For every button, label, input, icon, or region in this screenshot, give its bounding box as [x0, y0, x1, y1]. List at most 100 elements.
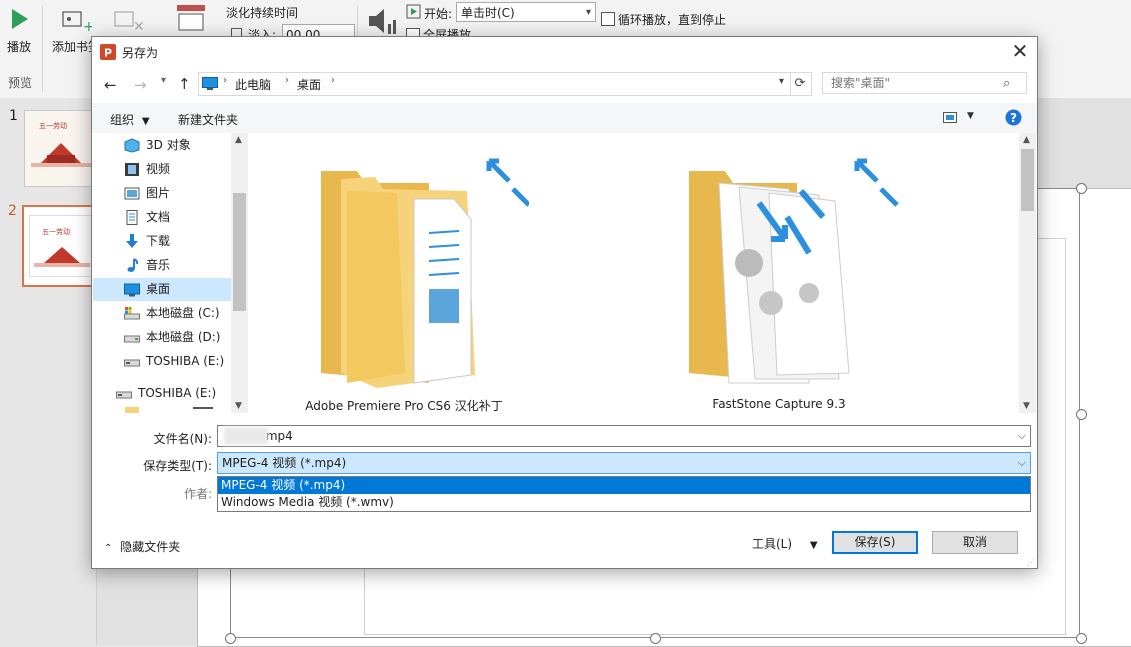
filetype-option-wmv[interactable]: Windows Media 视频 (*.wmv) — [218, 494, 1030, 511]
nav-item-videos[interactable]: 视频 — [93, 158, 232, 181]
redacted-filename — [224, 427, 268, 445]
nav-item-3d-objects[interactable]: 3D 对象 — [93, 134, 232, 157]
chevron-down-icon[interactable]: ⌵ — [1018, 426, 1026, 446]
up-arrow-icon[interactable]: ↑ — [178, 75, 191, 93]
dialog-toolbar: 组织 ▼ 新建文件夹 ▼ ? — [92, 103, 1037, 133]
play-icon[interactable] — [10, 7, 30, 31]
fade-in-label: 淡入: — [248, 28, 277, 36]
volume-icon[interactable] — [366, 6, 398, 36]
tools-label: 工具(L) — [752, 537, 793, 551]
scroll-up-icon[interactable]: ▲ — [1023, 135, 1030, 145]
ribbon-separator — [42, 6, 43, 92]
nav-item-label: 下载 — [146, 234, 171, 248]
search-icon[interactable]: ⌕ — [1003, 76, 1010, 91]
nav-item-music[interactable]: 音乐 — [93, 254, 232, 277]
scroll-down-icon[interactable]: ▼ — [235, 401, 242, 411]
resize-handle[interactable] — [650, 633, 661, 644]
folder-shortcut-icon — [689, 158, 899, 384]
drive-icon — [124, 335, 140, 343]
slide-thumb-title: 五一劳动 — [39, 122, 67, 130]
nav-item-label: TOSHIBA (E:) — [146, 354, 225, 368]
temple-illustration — [31, 143, 91, 167]
nav-pane-scrollbar[interactable]: ▲ ▼ — [231, 133, 248, 413]
dialog-titlebar[interactable]: P 另存为 ✕ — [92, 37, 1037, 67]
nav-item-drive-c[interactable]: 本地磁盘 (C:) — [93, 302, 232, 325]
new-folder-button[interactable]: 新建文件夹 — [178, 111, 238, 128]
hide-folders-label: 隐藏文件夹 — [120, 540, 181, 554]
organize-button[interactable]: 组织 ▼ — [110, 111, 150, 128]
refresh-icon[interactable]: ⟳ — [789, 72, 812, 96]
back-arrow-icon[interactable]: ← — [104, 76, 117, 94]
powerpoint-icon: P — [100, 44, 116, 60]
add-bookmark-button[interactable]: 添加书签 — [52, 38, 92, 55]
nav-item-label: 桌面 — [146, 282, 171, 296]
slide-number: 2 — [8, 203, 17, 219]
slide-thumbnail-2[interactable]: 五一劳动 — [22, 205, 98, 287]
breadcrumb-chevron-icon: › — [285, 75, 289, 86]
cancel-button[interactable]: 取消 — [932, 531, 1018, 554]
music-icon — [127, 258, 139, 272]
fade-icon — [177, 5, 205, 31]
save-as-dialog: P 另存为 ✕ ← → ▾ ↑ › 此电脑 › 桌面 › ▾ ⟳ ⌕ 组织 ▼ — [91, 36, 1038, 569]
recent-locations-chevron-icon[interactable]: ▾ — [161, 75, 166, 86]
filename-label: 文件名(N): — [153, 432, 212, 446]
downloads-icon — [126, 234, 138, 248]
pictures-icon — [124, 187, 140, 200]
search-input[interactable] — [822, 72, 1027, 94]
usb-drive-icon — [124, 359, 140, 367]
address-bar[interactable]: › 此电脑 › 桌面 › ▾ — [198, 72, 791, 96]
help-icon[interactable]: ? — [1005, 109, 1022, 126]
hide-folders-toggle[interactable]: ⌃ 隐藏文件夹 — [104, 538, 180, 555]
filetype-select[interactable]: MPEG-4 视频 (*.mp4) ⌵ — [217, 452, 1031, 474]
save-button[interactable]: 保存(S) — [832, 531, 918, 554]
chevron-down-icon: ▼ — [809, 540, 818, 551]
resize-handle[interactable] — [1076, 183, 1087, 194]
address-dropdown-chevron-icon[interactable]: ▾ — [779, 76, 784, 87]
resize-handle[interactable] — [225, 633, 236, 644]
resize-handle[interactable] — [1076, 409, 1087, 420]
resize-handle[interactable] — [1076, 633, 1087, 644]
start-select[interactable]: 单击时(C) ▾ — [456, 2, 596, 22]
slide-thumbnail-pane: 1 五一劳动 2 五一劳动 — [0, 98, 98, 645]
close-button[interactable]: ✕ — [1003, 37, 1037, 67]
scroll-up-icon[interactable]: ▲ — [235, 135, 242, 145]
forward-arrow-icon[interactable]: → — [134, 76, 147, 94]
slide-thumb-title: 五一劳动 — [42, 228, 70, 236]
file-list: Adobe Premiere Pro CS6 汉化补丁 FastStone Ca… — [249, 133, 1019, 413]
filetype-option-mp4[interactable]: MPEG-4 视频 (*.mp4) — [218, 477, 1030, 494]
file-list-scrollbar[interactable]: ▲ ▼ — [1019, 133, 1036, 413]
svg-text:+: + — [83, 19, 92, 33]
navigation-pane: 3D 对象 视频 图片 文档 下载 音乐 桌面 本地磁盘 (C:) 本地磁盘 (… — [93, 133, 248, 413]
folder-shortcut-icon — [321, 158, 529, 388]
breadcrumb-desktop[interactable]: 桌面 — [297, 76, 321, 93]
filename-input[interactable]: .mp4 ⌵ — [217, 425, 1031, 447]
scroll-thumb[interactable] — [1021, 149, 1034, 211]
slide-thumbnail-1[interactable]: 五一劳动 — [24, 110, 96, 187]
3d-objects-icon — [124, 138, 140, 153]
folder-item[interactable]: Adobe Premiere Pro CS6 汉化补丁 — [289, 143, 529, 413]
folder-icon — [125, 407, 139, 413]
breadcrumb-chevron-icon: › — [223, 75, 227, 86]
nav-item-desktop[interactable]: 桌面 — [93, 278, 232, 301]
nav-item-label: TOSHIBA (E:) — [138, 386, 217, 400]
fullscreen-label: 全屏播放 — [423, 28, 472, 36]
folder-item[interactable]: FastStone Capture 9.3 — [659, 143, 899, 413]
breadcrumb-this-pc[interactable]: 此电脑 — [235, 76, 271, 93]
loop-checkbox[interactable] — [601, 12, 615, 26]
nav-item-drive-d[interactable]: 本地磁盘 (D:) — [93, 326, 232, 349]
view-dropdown-chevron-icon[interactable]: ▼ — [967, 111, 974, 121]
view-options-icon[interactable] — [943, 112, 957, 123]
chevron-down-icon: ⌵ — [1017, 456, 1026, 469]
nav-item-downloads[interactable]: 下载 — [93, 230, 232, 253]
play-button[interactable]: 播放 — [7, 38, 31, 55]
scroll-thumb[interactable] — [233, 193, 246, 311]
nav-item-pictures[interactable]: 图片 — [93, 182, 232, 205]
nav-item-toshiba-e-root[interactable]: TOSHIBA (E:) — [93, 382, 232, 405]
nav-item-toshiba-e[interactable]: TOSHIBA (E:) — [93, 350, 232, 373]
scroll-down-icon[interactable]: ▼ — [1023, 401, 1030, 411]
resize-grip-icon[interactable]: ⋰ — [1027, 558, 1035, 567]
nav-item-documents[interactable]: 文档 — [93, 206, 232, 229]
add-bookmark-icon[interactable]: + — [62, 9, 92, 33]
tools-menu[interactable]: 工具(L) ▼ — [752, 535, 818, 552]
drive-icon — [124, 307, 140, 320]
